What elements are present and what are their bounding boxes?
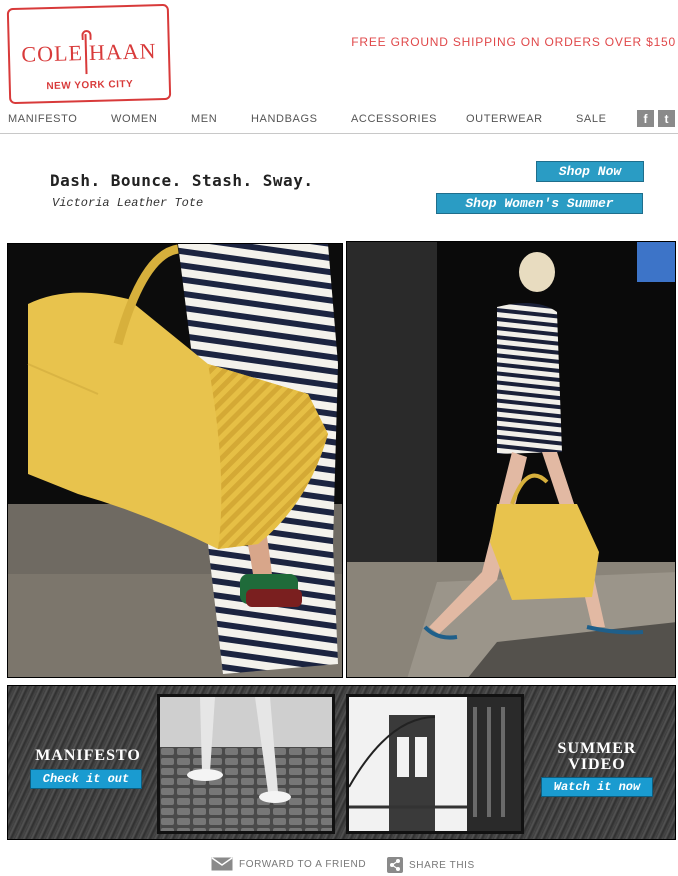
hero-headline: Dash. Bounce. Stash. Sway. xyxy=(50,171,314,190)
forward-to-friend-label: FORWARD TO A FRIEND xyxy=(239,858,367,870)
facebook-icon[interactable]: f xyxy=(637,110,654,127)
summer-video-thumbnail[interactable] xyxy=(346,694,524,834)
nav-item-women[interactable]: WOMEN xyxy=(111,113,157,125)
nav-item-handbags[interactable]: HANDBAGS xyxy=(251,113,318,125)
hero-subline: Victoria Leather Tote xyxy=(52,196,204,210)
shop-now-button[interactable]: Shop Now xyxy=(536,161,644,182)
envelope-icon xyxy=(211,857,233,871)
manifesto-check-it-out-button[interactable]: Check it out xyxy=(30,769,142,789)
nav-item-manifesto[interactable]: MANIFESTO xyxy=(8,113,77,125)
share-this-link[interactable]: SHARE THIS xyxy=(387,857,475,873)
logo-brand-right: HAAN xyxy=(88,38,157,65)
cane-icon xyxy=(84,34,88,75)
nav-item-sale[interactable]: SALE xyxy=(576,113,607,125)
nav-item-men[interactable]: MEN xyxy=(191,113,217,125)
summer-video-title-line1: SUMMER xyxy=(557,740,637,757)
forward-to-friend-link[interactable]: FORWARD TO A FRIEND xyxy=(211,857,366,871)
logo-brand-left: COLE xyxy=(21,40,84,67)
shipping-banner[interactable]: FREE GROUND SHIPPING ON ORDERS OVER $150 xyxy=(351,35,676,49)
nav-item-accessories[interactable]: ACCESSORIES xyxy=(351,113,437,125)
main-nav: MANIFESTO WOMEN MEN HANDBAGS ACCESSORIES… xyxy=(0,106,678,134)
bridge-illustration xyxy=(349,697,521,831)
share-this-label: SHARE THIS xyxy=(409,859,475,871)
feature-strip: MANIFESTO Check it out SUMMER VIDEO Watc… xyxy=(7,685,676,840)
nav-item-outerwear[interactable]: OUTERWEAR xyxy=(466,113,543,125)
manifesto-thumbnail[interactable] xyxy=(157,694,335,834)
shop-womens-summer-button[interactable]: Shop Women's Summer xyxy=(436,193,643,214)
share-icon xyxy=(387,857,403,873)
tote-closeup-illustration xyxy=(8,244,342,677)
brand-logo[interactable]: COLE HAAN NEW YORK CITY xyxy=(6,3,172,105)
twitter-icon[interactable]: t xyxy=(658,110,675,127)
model-walking-illustration xyxy=(347,242,675,677)
logo-brand-name: COLE HAAN xyxy=(10,32,169,76)
summer-video-title-line2: VIDEO xyxy=(568,756,626,773)
hero-photo-model-walking[interactable] xyxy=(346,241,676,678)
hero-photo-tote-closeup[interactable] xyxy=(7,243,343,678)
summer-video-title: SUMMER VIDEO xyxy=(534,741,660,773)
logo-city: NEW YORK CITY xyxy=(46,78,134,93)
walking-feet-illustration xyxy=(160,697,332,831)
watch-it-now-button[interactable]: Watch it now xyxy=(541,777,653,797)
manifesto-title: MANIFESTO xyxy=(35,747,141,764)
